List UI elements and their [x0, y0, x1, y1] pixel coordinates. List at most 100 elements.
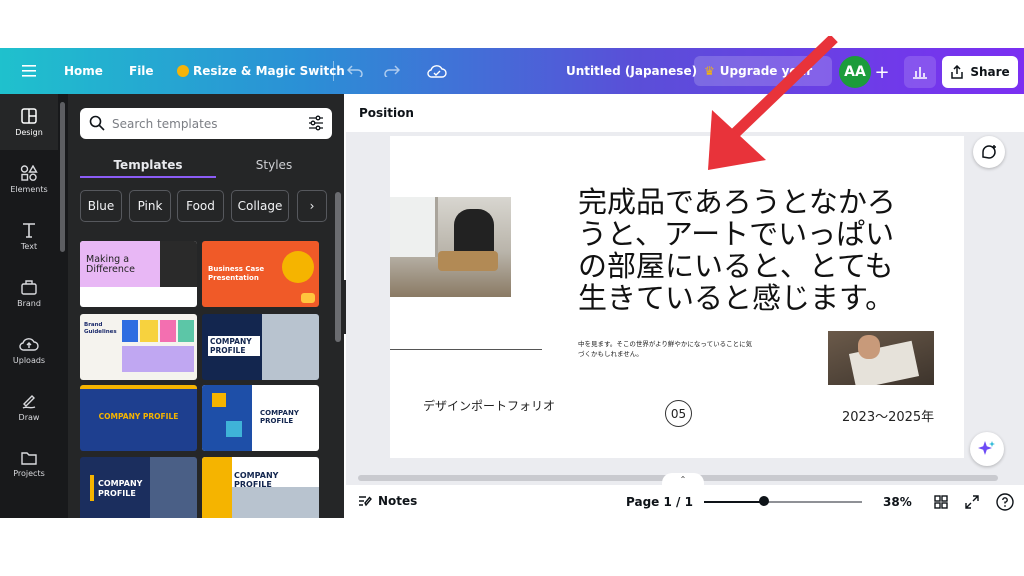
document-title[interactable]: Untitled (Japanese) [566, 48, 697, 94]
hamburger-menu-icon[interactable] [17, 59, 41, 83]
analytics-icon[interactable] [904, 56, 936, 88]
filter-icon[interactable] [308, 115, 324, 131]
canva-editor: Home File Resize & Magic Switch Untitled… [0, 0, 1024, 576]
template-thumb-stripe [80, 385, 197, 389]
rail-item-draw[interactable]: Draw [0, 379, 58, 435]
chip-collage[interactable]: Collage [231, 190, 289, 222]
slide-portfolio-label[interactable]: デザインポートフォリオ [423, 397, 555, 414]
resize-magic-switch-button[interactable]: Resize & Magic Switch [177, 48, 345, 94]
search-icon [89, 115, 105, 131]
template-thumb-block [202, 385, 252, 451]
share-icon [951, 65, 964, 79]
upgrade-button[interactable]: ♛ Upgrade your [694, 56, 832, 86]
page-indicator[interactable]: Page 1 / 1 [626, 495, 693, 509]
rail-label: Text [20, 241, 38, 251]
template-card[interactable]: Making a Difference [80, 241, 197, 307]
template-card[interactable]: Brand Guidelines [80, 314, 197, 380]
notes-icon [359, 496, 372, 507]
template-title: Brand Guidelines [84, 322, 117, 335]
template-card[interactable]: COMPANY PROFILE [202, 385, 319, 451]
slide-headline[interactable]: 完成品であろうとなかろうと、アートでいっぱいの部屋にいると、とても生きていると感… [578, 186, 918, 314]
template-card[interactable]: COMPANY PROFILE [80, 457, 197, 518]
template-card[interactable]: COMPANY PROFILE [202, 314, 319, 380]
rail-scrollbar[interactable] [58, 94, 68, 518]
rail-label: Draw [18, 412, 40, 422]
template-thumb-photo [262, 314, 319, 380]
rail-item-text[interactable]: Text [0, 208, 58, 264]
share-label: Share [970, 65, 1010, 79]
resize-label: Resize & Magic Switch [193, 64, 345, 78]
template-card[interactable]: Business Case Presentation [202, 241, 319, 307]
template-thumb-photo [232, 487, 319, 518]
tab-templates[interactable]: Templates [80, 152, 216, 178]
zoom-slider-fill [704, 501, 764, 503]
scrollbar-thumb[interactable] [60, 102, 65, 252]
panel-scrollbar[interactable] [334, 178, 342, 518]
template-thumb-block [122, 320, 138, 342]
design-icon [21, 107, 37, 124]
uploads-icon [19, 337, 39, 351]
template-card[interactable]: COMPANY PROFILE [80, 385, 197, 451]
upgrade-label: Upgrade your [719, 64, 813, 78]
rail-item-design[interactable]: Design [0, 94, 58, 150]
chevron-up-icon: ⌃ [679, 474, 687, 484]
template-title: COMPANY PROFILE [208, 336, 260, 356]
zoom-slider-knob[interactable] [759, 496, 769, 506]
photo-legs [438, 251, 498, 271]
active-tab-indicator [80, 176, 216, 178]
template-thumb-photo [282, 251, 314, 283]
sparkle-icon [978, 441, 995, 455]
add-collaborator-icon[interactable]: + [871, 60, 893, 84]
comment-button[interactable] [973, 136, 1005, 168]
grid-view-icon[interactable] [931, 492, 951, 512]
undo-icon[interactable] [343, 59, 367, 83]
template-thumb-stripe [90, 475, 94, 501]
slide-photo-person[interactable] [390, 197, 511, 297]
search-input[interactable]: Search templates [80, 108, 332, 139]
slide-page-badge[interactable]: 05 [665, 400, 692, 427]
photo-hand [858, 335, 880, 359]
position-button[interactable]: Position [359, 106, 414, 120]
template-title: COMPANY PROFILE [98, 479, 143, 498]
slide-photo-drawing[interactable] [828, 331, 934, 385]
tab-styles[interactable]: Styles [208, 152, 340, 178]
template-title: COMPANY PROFILE [234, 471, 279, 489]
chip-pink[interactable]: Pink [129, 190, 171, 222]
rail-item-elements[interactable]: Elements [0, 151, 58, 207]
cloud-save-icon[interactable] [425, 59, 449, 83]
rail-item-projects[interactable]: Projects [0, 436, 58, 492]
zoom-percentage[interactable]: 38% [883, 495, 912, 509]
rail-item-uploads[interactable]: Uploads [0, 322, 58, 378]
file-menu-button[interactable]: File [129, 48, 154, 94]
template-thumb-block [212, 393, 226, 407]
home-button[interactable]: Home [64, 48, 103, 94]
help-icon[interactable] [994, 491, 1016, 513]
magic-assistant-button[interactable] [970, 432, 1004, 466]
scrollbar-thumb[interactable] [335, 192, 341, 342]
search-placeholder: Search templates [112, 116, 218, 131]
rail-label: Brand [17, 298, 41, 308]
projects-icon [21, 451, 37, 465]
share-button[interactable]: Share [942, 56, 1018, 88]
template-card[interactable]: COMPANY PROFILE [202, 457, 319, 518]
chip-blue[interactable]: Blue [80, 190, 122, 222]
comment-add-icon [982, 145, 996, 159]
premium-crown-icon [301, 293, 315, 303]
template-title: Making a Difference [86, 254, 135, 275]
fullscreen-icon[interactable] [962, 492, 982, 512]
rail-label: Uploads [12, 355, 46, 365]
template-thumb-block [140, 320, 158, 342]
redo-icon[interactable] [380, 59, 404, 83]
text-icon [23, 222, 35, 238]
show-pages-button[interactable]: ⌃ [662, 473, 704, 485]
avatar[interactable]: AA [839, 56, 871, 88]
template-thumb-block [160, 320, 176, 342]
template-title: Business Case Presentation [208, 265, 265, 282]
crown-icon [177, 65, 189, 77]
chip-food[interactable]: Food [177, 190, 224, 222]
slide-body-text[interactable]: 中を見ます。そこの世界がより鮮やかになっていることに気づくかもしれません。 [578, 339, 758, 359]
rail-item-brand[interactable]: Brand [0, 265, 58, 321]
slide-years[interactable]: 2023〜2025年 [842, 406, 934, 425]
chips-next-button[interactable]: › [297, 190, 327, 222]
notes-button[interactable]: Notes [358, 494, 417, 508]
